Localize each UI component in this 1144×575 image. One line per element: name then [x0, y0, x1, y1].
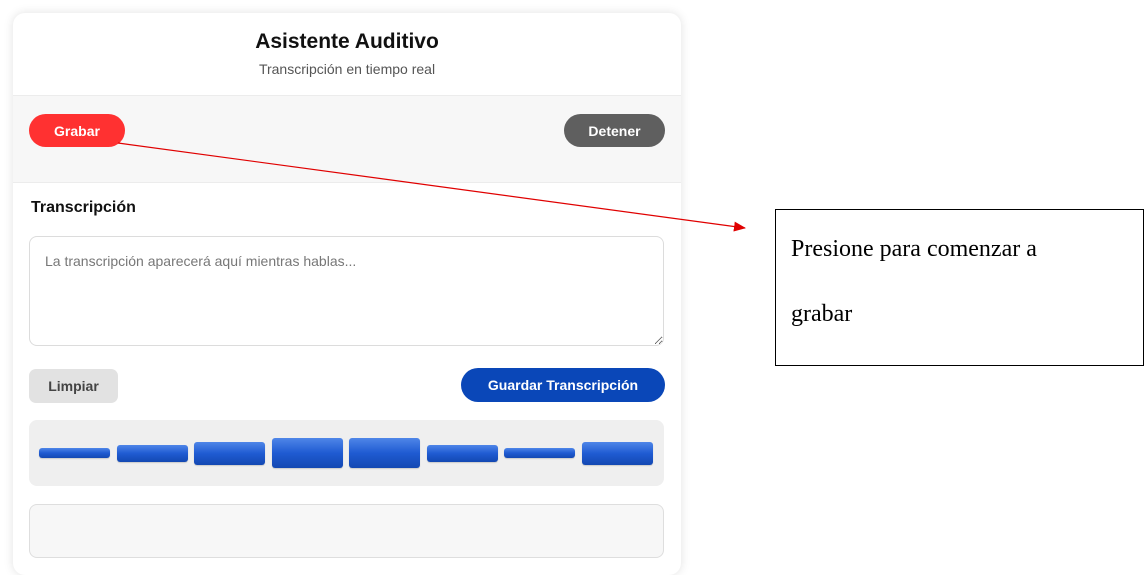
visualizer-bar [426, 445, 498, 462]
visualizer-bar [349, 438, 420, 468]
transcription-textarea[interactable] [29, 236, 664, 346]
callout-text-line-1: Presione para comenzar a [791, 236, 1037, 262]
stop-button[interactable]: Detener [564, 114, 665, 147]
callout-text-line-2: grabar [791, 301, 853, 327]
app-subtitle: Transcripción en tiempo real [258, 61, 436, 77]
record-button[interactable]: Grabar [29, 114, 125, 147]
visualizer-bar [504, 448, 575, 458]
transcription-heading: Transcripción [31, 199, 136, 216]
annotation-callout: Presione para comenzar a grabar [775, 209, 1144, 366]
app-title: Asistente Auditivo [255, 30, 439, 53]
audio-visualizer [29, 420, 664, 486]
recording-controls: Grabar Detener [13, 96, 681, 183]
visualizer-bar [116, 445, 188, 462]
save-transcription-button[interactable]: Guardar Transcripción [461, 368, 665, 402]
visualizer-bar [271, 438, 343, 468]
visualizer-bar [39, 448, 110, 458]
visualizer-bar [194, 442, 265, 465]
app-card: Asistente Auditivo Transcripción en tiem… [13, 13, 681, 575]
status-panel [29, 504, 664, 558]
screen: Asistente Auditivo Transcripción en tiem… [0, 0, 1144, 575]
app-header: Asistente Auditivo Transcripción en tiem… [13, 13, 681, 96]
clear-button[interactable]: Limpiar [29, 369, 118, 403]
visualizer-bar [581, 442, 653, 465]
